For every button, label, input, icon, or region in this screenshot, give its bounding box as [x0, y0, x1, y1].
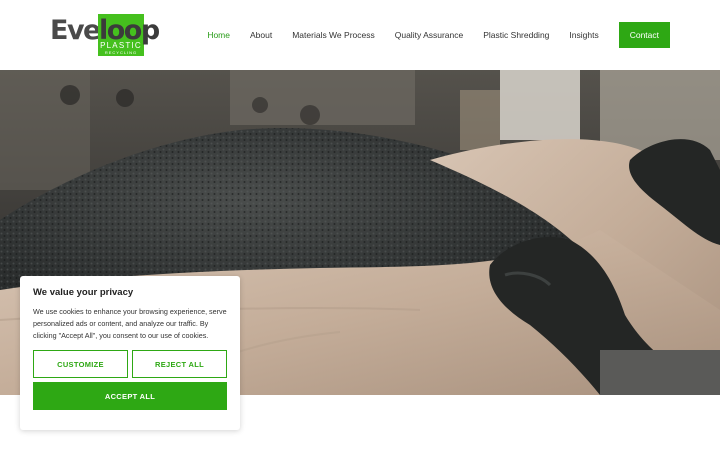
contact-button[interactable]: Contact	[618, 22, 670, 48]
site-header: Ever loop PLASTIC RECYCLING Home About M…	[0, 0, 720, 70]
logo-subtitle-small: RECYCLING	[104, 50, 138, 55]
logo-green-box: loop PLASTIC RECYCLING	[98, 14, 160, 56]
nav-item-shredding[interactable]: Plastic Shredding	[483, 22, 549, 48]
cookie-consent-banner: We value your privacy We use cookies to …	[20, 276, 240, 430]
accept-all-button[interactable]: ACCEPT ALL	[33, 382, 227, 410]
nav-item-materials[interactable]: Materials We Process	[292, 22, 375, 48]
page: Ever loop PLASTIC RECYCLING Home About M…	[0, 0, 720, 450]
main-nav: Home About Materials We Process Quality …	[187, 22, 670, 48]
customize-button[interactable]: CUSTOMIZE	[33, 350, 128, 378]
nav-item-about[interactable]: About	[250, 22, 272, 48]
cookie-button-row: CUSTOMIZE REJECT ALL	[33, 350, 227, 378]
logo[interactable]: Ever loop PLASTIC RECYCLING	[50, 14, 160, 56]
cookie-title: We value your privacy	[33, 287, 134, 298]
nav-item-home[interactable]: Home	[207, 22, 230, 48]
nav-item-insights[interactable]: Insights	[569, 22, 598, 48]
cookie-body-text: We use cookies to enhance your browsing …	[33, 307, 227, 340]
nav-item-quality[interactable]: Quality Assurance	[395, 22, 464, 48]
logo-subtitle: PLASTIC	[100, 41, 142, 50]
reject-all-button[interactable]: REJECT ALL	[132, 350, 227, 378]
